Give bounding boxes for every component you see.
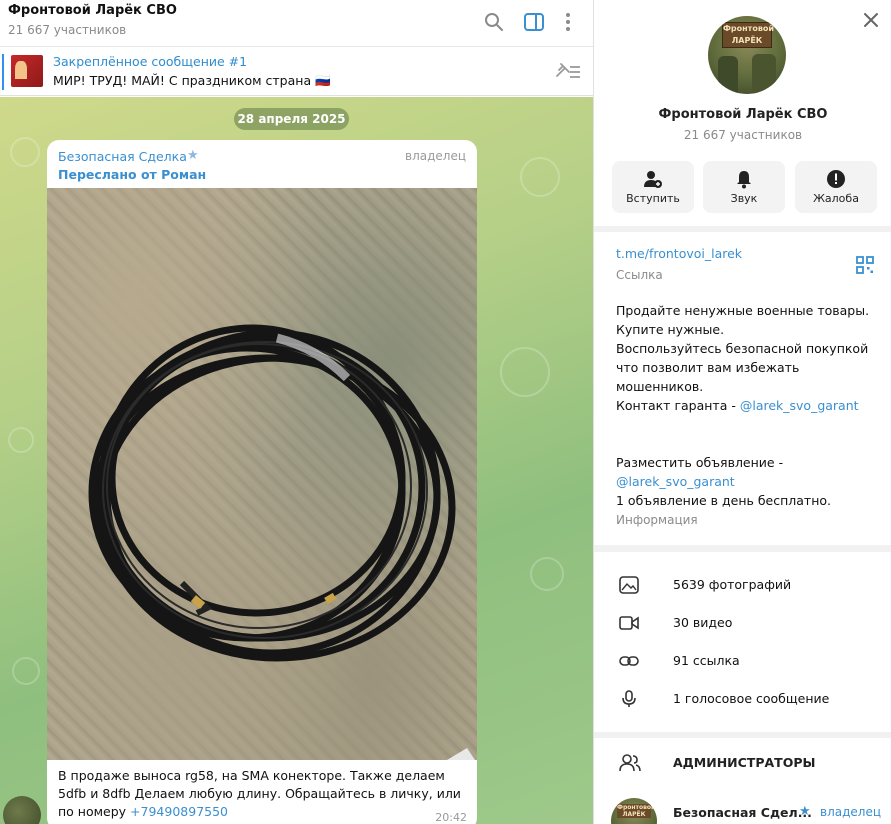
info-label: Информация [616, 513, 698, 527]
chat-member-count: 21 667 участников [8, 23, 127, 37]
sidebar-toggle-icon[interactable] [522, 10, 546, 34]
media-links-row[interactable]: 91 ссылка [594, 642, 891, 680]
sound-label: Звук [730, 192, 758, 205]
admins-icon [619, 754, 641, 772]
pinned-text: МИР! ТРУД! МАЙ! С праздником страна 🇷🇺 [53, 73, 331, 88]
bell-icon [737, 171, 751, 189]
forwarded-from[interactable]: Переслано от Роман [58, 167, 206, 182]
avatar-sign: Фронтовой ЛАРЁК [722, 22, 774, 48]
chat-header[interactable]: Фронтовой Ларёк СВО 21 667 участников [0, 0, 593, 47]
channel-avatar[interactable]: Фронтовой ЛАРЁК [708, 16, 786, 94]
channel-member-count: 21 667 участников [683, 128, 803, 142]
video-icon [619, 616, 639, 630]
media-links-text: 91 ссылка [673, 653, 740, 668]
report-icon [827, 170, 845, 188]
admin-name[interactable]: Безопасная Сдел... [673, 805, 812, 820]
date-separator: 28 апреля 2025 [234, 108, 349, 130]
garant-link[interactable]: @larek_svo_garant [740, 398, 859, 413]
report-label: Жалоба [813, 192, 859, 205]
report-button[interactable]: Жалоба [795, 161, 877, 213]
chat-title[interactable]: Фронтовой Ларёк СВО [8, 3, 177, 18]
search-icon[interactable] [482, 10, 506, 34]
star-icon: ★ [799, 804, 811, 819]
pinned-message-bar[interactable]: Закреплённое сообщение #1 МИР! ТРУД! МАЙ… [0, 48, 593, 96]
join-label: Вступить [626, 192, 680, 205]
pinned-indicator [2, 54, 4, 90]
message-text: В продаже выноса rg58, на SMA конекторе.… [58, 768, 461, 819]
admins-title: АДМИНИСТРАТОРЫ [673, 755, 816, 770]
post-ad-link[interactable]: @larek_svo_garant [616, 474, 735, 489]
author-role-badge: владелец [405, 149, 466, 163]
profile-panel: Фронтовой ЛАРЁК Фронтовой Ларёк СВО 21 6… [593, 0, 891, 824]
unpin-list-icon[interactable] [553, 60, 583, 82]
phone-link[interactable]: +79490897550 [130, 804, 228, 819]
media-videos-text: 30 видео [673, 615, 733, 630]
media-photos-row[interactable]: 5639 фотографий [594, 566, 891, 604]
message-bubble[interactable]: Безопасная Сделка ★ владелец Переслано о… [47, 140, 477, 824]
link-icon [619, 656, 639, 666]
admins-section: АДМИНИСТРАТОРЫ Фронтовой ЛАРЁК Безопасна… [594, 738, 891, 824]
photo-icon [619, 576, 639, 594]
profile-header: Фронтовой ЛАРЁК Фронтовой Ларёк СВО 21 6… [594, 0, 891, 226]
media-videos-row[interactable]: 30 видео [594, 604, 891, 642]
media-voice-row[interactable]: 1 голосовое сообщение [594, 680, 891, 718]
microphone-icon [622, 690, 636, 707]
admin-avatar-sign: Фронтовой ЛАРЁК [617, 804, 656, 818]
close-icon[interactable] [862, 11, 880, 29]
message-author[interactable]: Безопасная Сделка [58, 149, 187, 164]
sound-button[interactable]: Звук [703, 161, 785, 213]
message-time: 20:42 [435, 811, 467, 824]
channel-info: t.me/frontovoi_larek Ссылка Продайте нен… [594, 232, 891, 545]
channel-name: Фронтовой Ларёк СВО [658, 107, 828, 122]
channel-link[interactable]: t.me/frontovoi_larek [616, 246, 742, 261]
admin-role: владелец [820, 805, 881, 819]
message-photo[interactable] [47, 188, 477, 760]
media-photos-text: 5639 фотографий [673, 577, 792, 592]
star-icon: ★ [187, 148, 199, 163]
join-button[interactable]: Вступить [612, 161, 694, 213]
qr-code-icon[interactable] [856, 256, 874, 274]
channel-link-label: Ссылка [616, 268, 663, 282]
pinned-thumbnail [11, 55, 43, 87]
chat-area: Фронтовой Ларёк СВО 21 667 участников За… [0, 0, 593, 824]
join-user-icon [644, 171, 662, 188]
media-voice-text: 1 голосовое сообщение [673, 691, 830, 706]
shared-media-list: 5639 фотографий 30 видео 91 ссылка 1 гол… [594, 552, 891, 732]
channel-description: Продайте ненужные военные товары. Купите… [616, 303, 870, 508]
admin-avatar[interactable]: Фронтовой ЛАРЁК [611, 798, 657, 824]
pinned-title: Закреплённое сообщение #1 [53, 54, 248, 69]
more-vertical-icon[interactable] [556, 10, 580, 34]
